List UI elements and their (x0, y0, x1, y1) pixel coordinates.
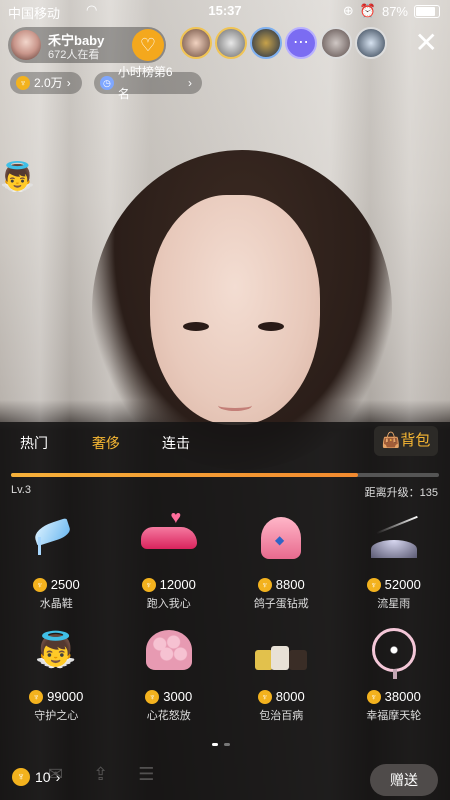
sports-car-icon (139, 507, 199, 565)
gift-panel: 热门 奢侈 连击 👜背包 Lv.3 距离升级：135 ♆2500 水晶鞋 ♆12… (0, 422, 450, 800)
chevron-right-icon: › (188, 76, 192, 90)
balance-value: 10 (35, 769, 51, 785)
viewer-avatar[interactable] (180, 27, 212, 59)
level-next-label: 距离升级： (364, 487, 420, 499)
coin-icon: ♆ (16, 76, 30, 90)
tab-hot[interactable]: 热门 (20, 433, 48, 453)
gift-name: 流星雨 (377, 598, 411, 610)
battery-icon (414, 4, 440, 18)
page-indicator (212, 743, 230, 746)
meteor-shower-icon (364, 511, 424, 565)
gift-bottom-bar: ✉ ⇪ ☰ ♆ 10 › 赠送 (0, 760, 450, 800)
ring-box-icon (251, 511, 311, 565)
close-icon[interactable]: ✕ (415, 28, 438, 58)
level-next-value: 135 (419, 487, 438, 499)
viewer-avatar-list: ⋯ (180, 27, 387, 59)
streamer-mouth (218, 400, 252, 411)
cupid-icon: 👼 (34, 631, 78, 669)
viewer-avatar[interactable] (320, 27, 352, 59)
streamer-face (150, 195, 320, 425)
page-dot[interactable] (224, 743, 230, 746)
viewer-avatar[interactable] (215, 27, 247, 59)
gift-item[interactable]: ♆ 8000 包治百病 (225, 619, 338, 731)
coin-icon: ♆ (366, 689, 381, 704)
tab-combo[interactable]: 连击 (162, 433, 190, 453)
share-icon: ⇪ (93, 764, 109, 784)
streamer-eye-right (258, 322, 284, 331)
gift-name: 守护之心 (34, 710, 79, 722)
lock-rotation-icon: ⊕ (342, 3, 354, 18)
gift-name: 幸福摩天轮 (366, 710, 422, 722)
send-gift-button[interactable]: 赠送 (370, 764, 438, 796)
coin-icon: ♆ (29, 689, 44, 704)
coin-icon: ♆ (32, 577, 47, 592)
handbags-icon (251, 623, 311, 677)
viewer-avatar[interactable]: ⋯ (285, 27, 317, 59)
balance-button[interactable]: ♆ 10 › (12, 768, 60, 786)
coin-icon: ♆ (366, 577, 381, 592)
chevron-right-icon: › (55, 769, 61, 785)
gift-item[interactable]: 👼 ♆ 99000 守护之心 (0, 619, 113, 731)
coins-chip[interactable]: ♆ 2.0万 › (10, 72, 82, 94)
alarm-icon: ⏰ (359, 3, 376, 18)
gift-grid: ♆2500 水晶鞋 ♆12000 跑入我心 ♆8800 鸽子蛋钻戒 ♆52000… (0, 507, 450, 731)
coin-icon: ♆ (145, 689, 160, 704)
gift-name: 水晶鞋 (39, 598, 73, 610)
menu-icon: ☰ (138, 764, 155, 784)
gift-item[interactable]: ♆ 2500 水晶鞋 (0, 507, 113, 619)
viewer-avatar[interactable] (355, 27, 387, 59)
gift-price: 2500 (50, 577, 80, 592)
coin-icon: ♆ (12, 768, 30, 786)
clock-icon: ◷ (100, 76, 114, 90)
gift-name: 包治百病 (259, 710, 304, 722)
gift-item[interactable]: ♆8800 鸽子蛋钻戒 (225, 507, 338, 619)
follow-button[interactable]: ♡ (132, 29, 164, 61)
gift-item[interactable]: ♆ 52000 流星雨 (338, 507, 450, 619)
gift-price: 3000 (163, 689, 193, 704)
viewer-avatar[interactable] (250, 27, 282, 59)
rose-bouquet-icon (139, 623, 199, 677)
rank-text: 小时榜第6名 (117, 65, 173, 101)
coin-icon: ♆ (141, 577, 156, 592)
host-avatar[interactable] (11, 30, 41, 60)
viewer-count: 672人在看 (48, 49, 100, 61)
gift-price: 38000 (384, 689, 421, 704)
gift-item[interactable]: ♆ 38000 幸福摩天轮 (338, 619, 450, 731)
coin-icon: ♆ (257, 577, 272, 592)
coin-icon: ♆ (257, 689, 272, 704)
gift-item[interactable]: ♆ 3000 心花怒放 (113, 619, 226, 731)
gift-name: 跑入我心 (146, 598, 191, 610)
streamer-eye-left (183, 322, 209, 331)
tab-luxury[interactable]: 奢侈 (92, 433, 120, 453)
ferris-wheel-icon (364, 623, 424, 679)
floating-cupid-icon[interactable]: 👼 (0, 160, 35, 200)
crystal-shoe-icon (26, 511, 86, 565)
gift-item[interactable]: ♆12000 跑入我心 (113, 507, 226, 619)
host-info[interactable]: 禾宁baby 672人在看 ♡ (8, 27, 166, 63)
gift-price: 52000 (384, 577, 421, 592)
level-next: 距离升级：135 (365, 484, 438, 500)
status-bar: 中国移动 ◠ 15:37 ⊕ ⏰ 87% (0, 0, 450, 22)
level-progress-bar (11, 473, 439, 477)
backpack-label: 背包 (400, 432, 431, 449)
background-toolbar: ✉ ⇪ ☰ (48, 764, 154, 785)
gift-name: 心花怒放 (146, 710, 191, 722)
gift-price: 8000 (275, 689, 305, 704)
gift-price: 8800 (275, 577, 305, 592)
backpack-button[interactable]: 👜背包 (374, 426, 438, 456)
gift-name: 鸽子蛋钻戒 (253, 598, 309, 610)
level-label: Lv.3 (11, 484, 31, 496)
chevron-right-icon: › (66, 76, 71, 90)
status-right: ⊕ ⏰ 87% (343, 3, 440, 19)
gift-price: 12000 (159, 577, 196, 592)
rank-chip[interactable]: ◷ 小时榜第6名 › (94, 65, 202, 101)
level-progress-fill (11, 473, 358, 477)
gift-price: 99000 (47, 689, 84, 704)
page-dot[interactable] (212, 743, 218, 746)
backpack-icon: 👜 (381, 432, 401, 449)
gift-tabs: 热门 奢侈 连击 👜背包 (0, 422, 450, 462)
coins-value: 2.0万 (34, 76, 63, 90)
battery-percent: 87% (381, 3, 408, 19)
